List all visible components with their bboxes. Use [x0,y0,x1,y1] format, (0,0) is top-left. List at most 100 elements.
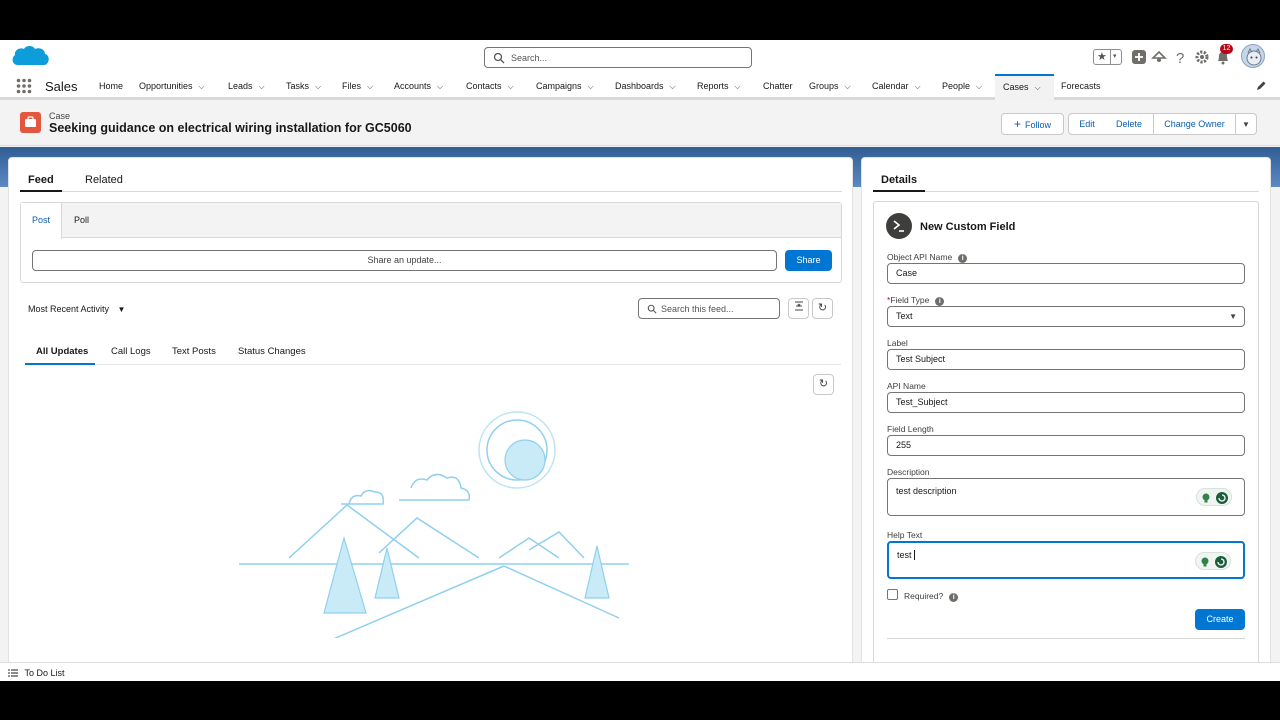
chevron-down-icon[interactable]: ⌵ [915,75,921,99]
field-length-field[interactable]: 255 [887,435,1245,456]
field-type-select[interactable]: Text ▼ [887,306,1245,327]
chevron-down-icon[interactable]: ⌵ [670,75,676,99]
nav-item-cases[interactable]: Cases ⌵ [995,74,1054,100]
nav-item-contacts[interactable]: Contacts ⌵ [466,74,514,100]
nav-item-calendar[interactable]: Calendar ⌵ [872,74,921,100]
help-text-value: test [897,550,912,560]
caret-down-icon: ▼ [117,305,126,314]
app-launcher-icon[interactable] [16,78,32,94]
edit-button[interactable]: Edit [1068,113,1106,135]
sort-label: Most Recent Activity [28,304,110,314]
global-search-input[interactable]: Search... [484,47,752,68]
api-name-field[interactable]: Test_Subject [887,392,1245,413]
chevron-down-icon[interactable]: ⌵ [508,75,514,99]
chevron-down-icon[interactable]: ⌵ [259,75,265,99]
nav-item-reports[interactable]: Reports ⌵ [697,74,741,100]
label-field[interactable]: Test Subject [887,349,1245,370]
tab-details[interactable]: Details [881,174,917,186]
filter-tab-status-changes[interactable]: Status Changes [238,346,306,357]
filter-tab-text-posts[interactable]: Text Posts [172,346,216,357]
refresh-updates-button[interactable]: ↻ [813,374,834,395]
filter-feed-button[interactable] [788,298,809,319]
refresh-icon: ↻ [817,302,828,314]
follow-button[interactable]: + Follow [1001,113,1064,135]
nav-item-leads[interactable]: Leads ⌵ [228,74,265,100]
nav-item-people[interactable]: People ⌵ [942,74,982,100]
nav-item-home[interactable]: Home [99,74,123,100]
tab-post[interactable]: Post [21,203,62,239]
edit-nav-pencil-icon[interactable] [1255,80,1267,92]
chevron-down-icon[interactable]: ⌵ [735,75,741,99]
info-icon[interactable]: i [958,254,968,263]
trailhead-guidance-icon[interactable] [1151,49,1167,65]
chevron-down-icon[interactable]: ⌵ [588,75,594,99]
help-text-textarea[interactable]: test [887,541,1245,579]
share-button[interactable]: Share [785,250,832,271]
nav-item-files[interactable]: Files ⌵ [342,74,373,100]
chevron-down-icon[interactable]: ⌵ [367,75,373,99]
sort-dropdown[interactable]: Most Recent Activity ▼ [28,304,125,314]
lightbulb-icon [1202,492,1228,504]
description-label: Description [887,467,930,477]
todo-list-utility[interactable]: To Do List [8,667,65,679]
todo-label: To Do List [24,667,65,678]
salesforce-logo[interactable] [9,43,51,73]
user-avatar[interactable] [1241,44,1265,68]
nav-item-groups[interactable]: Groups ⌵ [809,74,851,100]
description-textarea[interactable]: test description [887,478,1245,516]
record-object-label: Case [49,111,71,121]
nav-item-forecasts[interactable]: Forecasts [1061,74,1101,100]
filter-tab-all-updates[interactable]: All Updates [36,346,88,357]
chevron-down-icon[interactable]: ⌵ [315,75,321,99]
object-api-name-label: Object API Name i [887,252,968,263]
help-text-label: Help Text [887,530,923,540]
delete-button[interactable]: Delete [1105,113,1154,135]
favorites-button[interactable]: ★ ▾ [1093,49,1122,65]
refresh-feed-button[interactable]: ↻ [812,298,833,319]
share-update-input[interactable]: Share an update... [32,250,777,271]
filter-icon [794,301,803,311]
nav-item-accounts[interactable]: Accounts ⌵ [394,74,443,100]
ai-assist-button[interactable] [1196,488,1232,506]
chevron-down-icon[interactable]: ⌵ [976,75,982,99]
feed-search-placeholder: Search this feed... [661,304,734,314]
nav-item-chatter[interactable]: Chatter [763,74,793,100]
help-icon[interactable]: ? [1172,49,1188,65]
nav-item-tasks[interactable]: Tasks ⌵ [286,74,321,100]
nav-item-opportunities[interactable]: Opportunities ⌵ [139,74,205,100]
plus-icon: + [1013,117,1021,131]
chevron-down-icon[interactable]: ⌵ [437,75,443,99]
more-actions-button[interactable]: ▼ [1236,113,1257,135]
nav-item-label: Chatter [763,81,793,91]
api-name-label: API Name [887,381,926,391]
svg-text:?: ? [1176,50,1184,65]
global-actions-icon[interactable] [1131,49,1147,65]
nav-item-label: Dashboards [615,81,664,91]
caret-down-icon: ▼ [1229,312,1237,321]
info-icon[interactable]: i [949,593,959,602]
chevron-down-icon[interactable]: ⌵ [1035,77,1041,99]
ai-assist-button[interactable] [1195,552,1231,570]
object-api-name-field[interactable]: Case [887,263,1245,284]
label-text: Object API Name [887,252,953,262]
feed-card: Feed Related Post Poll Share an update..… [8,157,853,681]
nav-item-label: Groups [809,81,839,91]
tab-divider [873,191,1259,192]
nav-item-dashboards[interactable]: Dashboards ⌵ [615,74,676,100]
info-icon[interactable]: i [935,297,945,306]
tab-feed[interactable]: Feed [28,174,54,186]
gear-icon[interactable] [1194,49,1210,65]
filter-tab-call-logs[interactable]: Call Logs [111,346,151,357]
feed-search-input[interactable]: Search this feed... [638,298,780,319]
nav-item-label: Leads [228,81,253,91]
record-title: Seeking guidance on electrical wiring in… [49,121,412,135]
tab-poll[interactable]: Poll [74,203,89,237]
required-checkbox[interactable] [887,589,898,600]
change-owner-button[interactable]: Change Owner [1153,113,1236,135]
nav-item-campaigns[interactable]: Campaigns ⌵ [536,74,594,100]
tab-related[interactable]: Related [85,174,123,186]
details-card: Details New Custom Field Object API Name… [861,157,1271,681]
chevron-down-icon[interactable]: ⌵ [845,75,851,99]
create-button[interactable]: Create [1195,609,1245,630]
chevron-down-icon[interactable]: ⌵ [199,75,205,99]
